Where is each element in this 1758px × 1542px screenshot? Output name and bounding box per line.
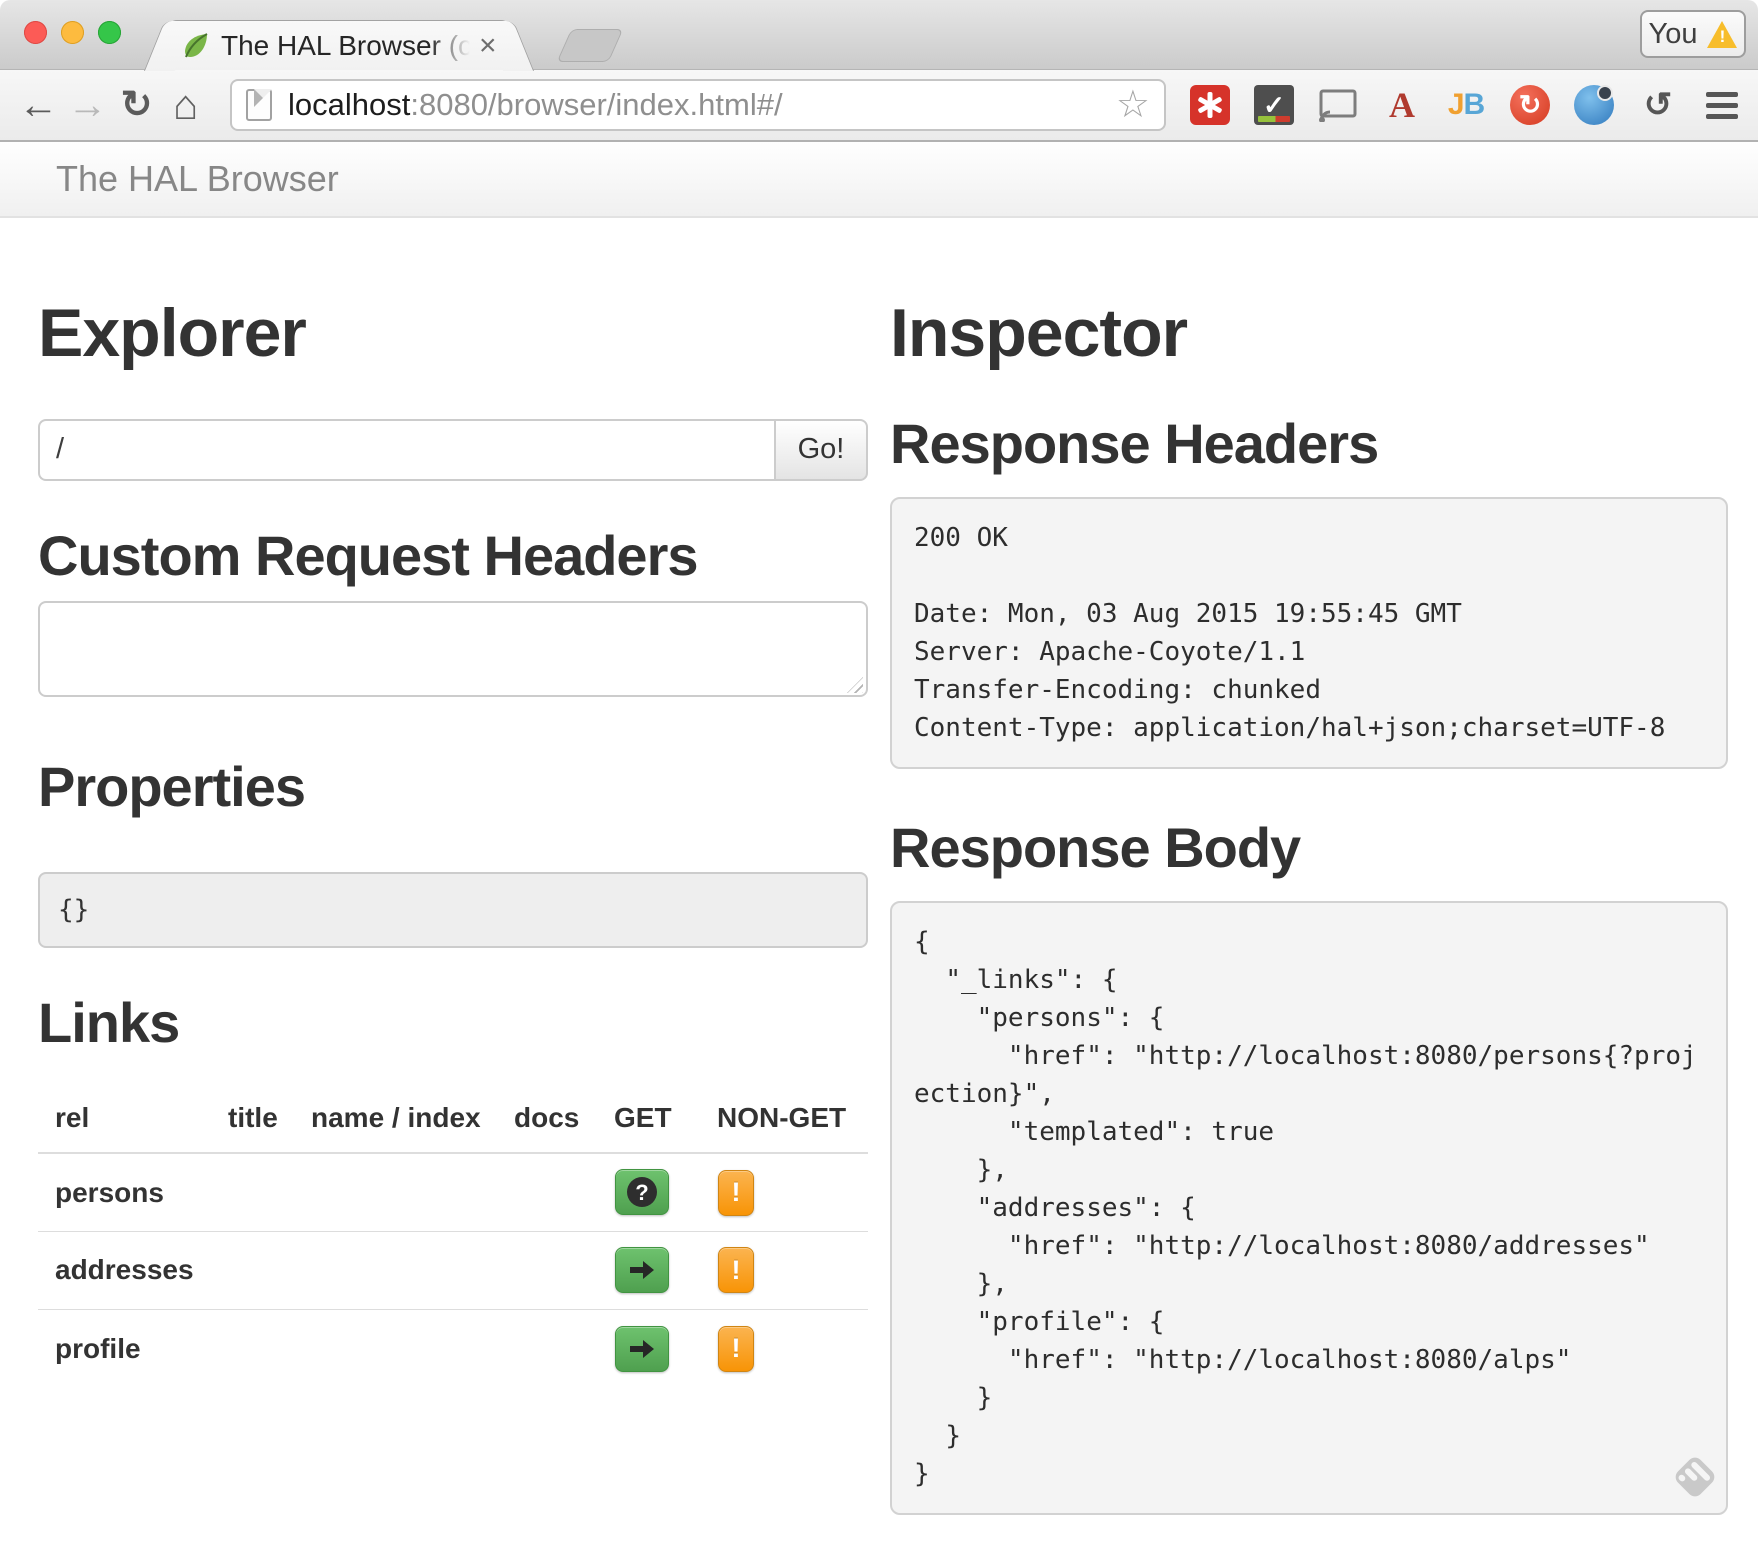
- window-close-button[interactable]: [24, 21, 47, 44]
- links-heading: Links: [38, 994, 868, 1052]
- browser-tab[interactable]: The HAL Browser (customiz ×: [168, 20, 510, 70]
- properties-value: {}: [38, 872, 868, 948]
- checker-extension-icon[interactable]: ✓: [1254, 85, 1294, 125]
- red-swirl-extension-icon[interactable]: ↻: [1510, 85, 1550, 125]
- profile-label: You: [1649, 18, 1698, 51]
- exclamation-icon: !: [732, 1255, 741, 1286]
- profile-button[interactable]: You !: [1640, 10, 1746, 58]
- table-row-profile: profile !: [38, 1309, 868, 1387]
- table-row-persons: persons ? !: [38, 1153, 868, 1231]
- rel-label: profile: [38, 1309, 228, 1387]
- response-headers-box: 200 OK Date: Mon, 03 Aug 2015 19:55:45 G…: [890, 497, 1728, 769]
- links-table-header-row: rel title name / index docs GET NON-GET: [38, 1086, 868, 1153]
- exclamation-icon: !: [732, 1333, 741, 1364]
- chromecast-extension-icon[interactable]: [1318, 85, 1358, 125]
- bookmark-star-icon[interactable]: ☆: [1116, 86, 1150, 124]
- reload-icon[interactable]: ↻: [112, 86, 161, 124]
- spring-leaf-favicon: [181, 31, 211, 61]
- chrome-menu-icon[interactable]: [1702, 85, 1742, 125]
- page-icon: [246, 89, 272, 121]
- url-text[interactable]: localhost:8080/browser/index.html#/: [288, 87, 783, 123]
- response-headers-heading: Response Headers: [890, 415, 1728, 473]
- address-bar[interactable]: localhost:8080/browser/index.html#/ ☆: [230, 79, 1166, 131]
- tab-title: The HAL Browser (customiz: [221, 30, 475, 62]
- tab-close-icon[interactable]: ×: [479, 31, 497, 61]
- get-button[interactable]: [615, 1247, 669, 1293]
- arrow-right-icon: [628, 1259, 656, 1281]
- explorer-panel: Explorer Go! Custom Request Headers Prop…: [38, 218, 868, 1515]
- column-header-docs: docs: [514, 1086, 614, 1153]
- window-minimize-button[interactable]: [61, 21, 84, 44]
- custom-request-headers-heading: Custom Request Headers: [38, 527, 868, 585]
- custom-headers-textarea[interactable]: [38, 601, 868, 697]
- links-table: rel title name / index docs GET NON-GET …: [38, 1086, 868, 1387]
- jb-extension-icon[interactable]: JB: [1446, 85, 1486, 125]
- browser-tab-bar: The HAL Browser (customiz × You !: [0, 0, 1758, 70]
- non-get-button[interactable]: !: [718, 1326, 754, 1372]
- rel-label: persons: [38, 1153, 228, 1231]
- non-get-button[interactable]: !: [718, 1170, 754, 1216]
- forward-icon[interactable]: →: [63, 85, 112, 125]
- home-icon[interactable]: ⌂: [161, 84, 210, 126]
- column-header-title: title: [228, 1086, 311, 1153]
- blue-circle-extension-icon[interactable]: [1574, 85, 1614, 125]
- table-row-addresses: addresses !: [38, 1231, 868, 1309]
- back-icon[interactable]: ←: [14, 85, 63, 125]
- feedly-mini-icon[interactable]: [1668, 1450, 1722, 1504]
- response-body-box: { "_links": { "persons": { "href": "http…: [890, 901, 1728, 1515]
- column-header-get: GET: [614, 1086, 717, 1153]
- inspector-panel: Inspector Response Headers 200 OK Date: …: [890, 218, 1728, 1515]
- explorer-path-input[interactable]: [38, 419, 774, 481]
- exclamation-icon: !: [732, 1177, 741, 1208]
- explorer-input-group: Go!: [38, 419, 868, 481]
- arrow-right-icon: [628, 1338, 656, 1360]
- column-header-name-index: name / index: [311, 1086, 514, 1153]
- column-header-non-get: NON-GET: [717, 1086, 868, 1153]
- lastpass-extension-icon[interactable]: [1190, 85, 1230, 125]
- non-get-button[interactable]: !: [718, 1247, 754, 1293]
- new-tab-button[interactable]: [557, 29, 624, 62]
- explorer-heading: Explorer: [38, 298, 868, 369]
- column-header-rel: rel: [38, 1086, 228, 1153]
- window-controls: [24, 21, 121, 44]
- inspector-heading: Inspector: [890, 298, 1728, 369]
- browser-toolbar: ← → ↻ ⌂ localhost:8080/browser/index.htm…: [0, 70, 1758, 142]
- sync-extension-icon[interactable]: ↺: [1638, 85, 1678, 125]
- rel-label: addresses: [38, 1231, 228, 1309]
- go-button[interactable]: Go!: [774, 419, 868, 481]
- window-zoom-button[interactable]: [98, 21, 121, 44]
- properties-heading: Properties: [38, 758, 868, 816]
- warning-icon: !: [1707, 21, 1737, 48]
- get-button[interactable]: ?: [615, 1169, 669, 1215]
- page-content: Explorer Go! Custom Request Headers Prop…: [0, 218, 1758, 1515]
- svg-text:?: ?: [635, 1180, 648, 1205]
- get-button[interactable]: [615, 1326, 669, 1372]
- letter-a-extension-icon[interactable]: A: [1382, 85, 1422, 125]
- site-header: The HAL Browser: [0, 142, 1758, 218]
- site-brand: The HAL Browser: [56, 158, 339, 200]
- response-body-heading: Response Body: [890, 819, 1728, 877]
- custom-headers-wrap: [38, 601, 868, 702]
